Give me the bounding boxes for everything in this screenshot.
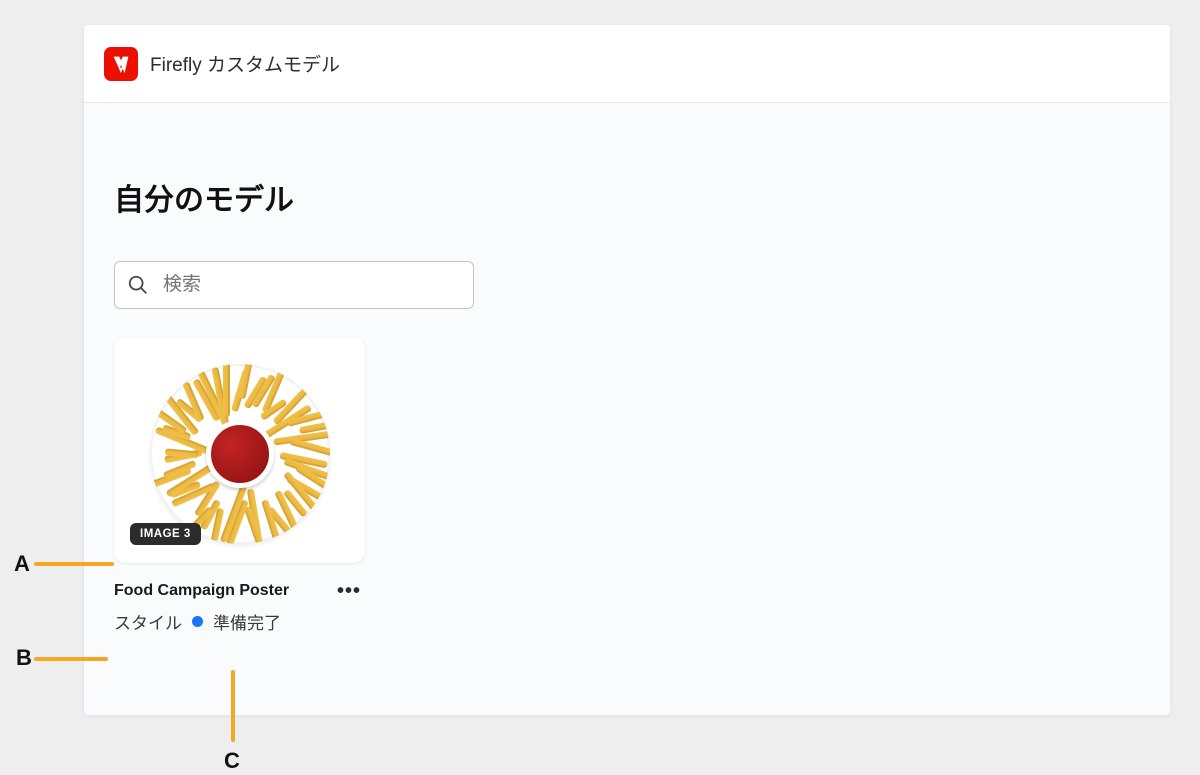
- app-header: Firefly カスタムモデル: [84, 25, 1170, 103]
- annotation-c: C: [224, 748, 240, 774]
- model-type-label: スタイル: [114, 609, 182, 634]
- search-field[interactable]: [114, 261, 474, 309]
- annotation-c-line: [231, 670, 235, 742]
- main-content: 自分のモデル IMAGE 3 Food Campaign Poster •••: [84, 103, 1170, 664]
- annotation-a: A: [14, 551, 30, 577]
- app-title: Firefly カスタムモデル: [150, 50, 340, 77]
- model-status-label: 準備完了: [213, 609, 281, 634]
- image-version-badge: IMAGE 3: [130, 523, 201, 545]
- annotation-b-line: [34, 657, 108, 661]
- annotation-a-line: [34, 562, 114, 566]
- model-card-meta: Food Campaign Poster ••• スタイル 準備完了: [114, 581, 365, 634]
- status-dot-icon: [192, 616, 203, 627]
- search-input[interactable]: [163, 274, 461, 296]
- model-card[interactable]: IMAGE 3: [114, 337, 365, 563]
- model-thumbnail: IMAGE 3: [114, 337, 365, 557]
- more-actions-button[interactable]: •••: [333, 581, 365, 601]
- app-window: Firefly カスタムモデル 自分のモデル IMAGE 3 Food Camp…: [84, 25, 1170, 715]
- adobe-logo-icon: [104, 47, 138, 81]
- page-heading: 自分のモデル: [114, 175, 1140, 219]
- annotation-b: B: [16, 645, 32, 671]
- model-title: Food Campaign Poster: [114, 582, 289, 600]
- adobe-a-icon: [110, 53, 132, 75]
- search-icon: [127, 274, 149, 296]
